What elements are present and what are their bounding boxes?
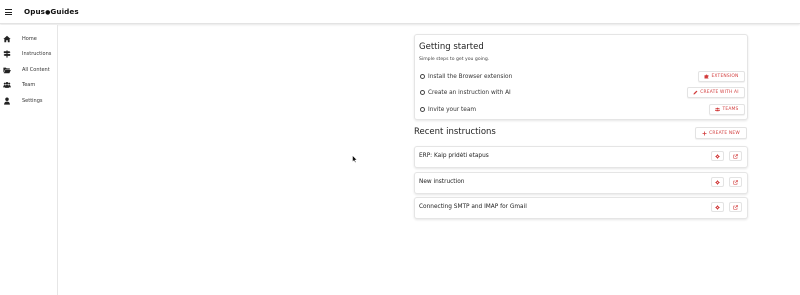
folder-open-icon — [3, 67, 11, 74]
recent-instructions-title: Recent instructions — [414, 127, 496, 137]
create-new-button-label: CREATE NEW — [709, 130, 740, 136]
signpost-icon — [3, 50, 11, 58]
step-status-circle[interactable] — [420, 74, 425, 79]
users-icon — [3, 81, 11, 88]
step-label: Create an instruction with AI — [428, 89, 511, 96]
getting-started-title: Getting started — [419, 42, 484, 52]
home-icon — [3, 35, 11, 43]
external-link-icon — [733, 179, 738, 185]
instruction-row[interactable]: ERP: Kaip pridėti etapus — [414, 146, 748, 168]
menu-icon[interactable] — [5, 9, 12, 15]
sidebar-item-label: Home — [22, 36, 37, 42]
create-with-ai-button-label: CREATE WITH AI — [700, 90, 739, 95]
step-status-circle[interactable] — [420, 107, 425, 112]
step-row: Create an instruction with AI CREATE WIT… — [419, 87, 745, 99]
getting-started-subtitle: Simple steps to get you going. — [419, 57, 490, 62]
instruction-row[interactable]: Connecting SMTP and IMAP for Gmail — [414, 197, 748, 219]
teams-button-label: TEAMS — [722, 107, 739, 112]
step-status-circle[interactable] — [420, 90, 425, 95]
step-label: Install the Browser extension — [428, 73, 513, 80]
brand-left: Opus — [24, 7, 46, 16]
sidebar-item-home[interactable]: Home — [0, 32, 57, 46]
sidebar-item-label: All Content — [22, 67, 50, 73]
gear-icon — [715, 204, 720, 210]
sidebar-item-settings[interactable]: Settings — [0, 94, 57, 108]
user-icon — [4, 97, 10, 105]
users-icon — [715, 107, 721, 112]
open-external-button[interactable] — [729, 177, 742, 187]
instruction-row[interactable]: New instruction — [414, 172, 748, 194]
pencil-icon — [693, 90, 698, 95]
step-label: Invite your team — [428, 106, 477, 113]
getting-started-card: Getting started Simple steps to get you … — [414, 34, 748, 120]
create-with-ai-button[interactable]: CREATE WITH AI — [687, 87, 745, 98]
sidebar-item-all-content[interactable]: All Content — [0, 63, 57, 77]
extension-button[interactable]: EXTENSION — [698, 71, 745, 82]
instruction-title: New instruction — [419, 179, 465, 185]
sidebar-item-label: Instructions — [22, 51, 52, 57]
plus-icon — [702, 131, 707, 135]
settings-button[interactable] — [711, 151, 724, 161]
mouse-cursor-icon — [352, 155, 358, 163]
sidebar: Home Instructions All Content Team Setti… — [0, 25, 58, 295]
brand-right: Guides — [50, 7, 79, 16]
top-bar: Opus●Guides — [0, 0, 800, 24]
sidebar-item-label: Team — [22, 82, 36, 88]
settings-button[interactable] — [711, 202, 724, 212]
open-external-button[interactable] — [729, 202, 742, 212]
sidebar-item-label: Settings — [22, 98, 43, 104]
gear-icon — [715, 179, 720, 185]
instruction-title: ERP: Kaip pridėti etapus — [419, 153, 489, 159]
teams-button[interactable]: TEAMS — [709, 104, 745, 115]
extension-button-label: EXTENSION — [711, 74, 739, 79]
sidebar-item-team[interactable]: Team — [0, 78, 57, 92]
gear-icon — [715, 153, 720, 159]
brand-separator: ● — [45, 8, 51, 16]
brand-logo[interactable]: Opus●Guides — [24, 7, 79, 16]
external-link-icon — [733, 204, 738, 210]
open-external-button[interactable] — [729, 151, 742, 161]
settings-button[interactable] — [711, 177, 724, 187]
external-link-icon — [733, 153, 738, 159]
create-new-button[interactable]: CREATE NEW — [695, 127, 747, 139]
sidebar-item-instructions[interactable]: Instructions — [0, 47, 57, 61]
instruction-title: Connecting SMTP and IMAP for Gmail — [419, 204, 527, 210]
step-row: Invite your team TEAMS — [419, 104, 745, 116]
step-row: Install the Browser extension EXTENSION — [419, 71, 745, 83]
puzzle-icon — [704, 74, 709, 79]
